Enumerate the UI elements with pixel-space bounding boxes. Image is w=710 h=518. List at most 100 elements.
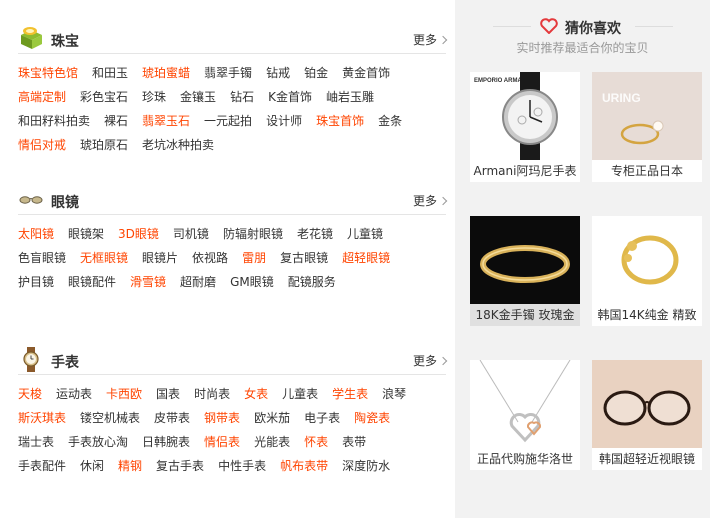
category-link[interactable]: 一元起拍 [204,114,252,128]
category-link[interactable]: 金镶玉 [180,90,216,104]
watch-icon [23,347,39,372]
category-link[interactable]: 精钢 [118,459,142,473]
category-link[interactable]: 手表放心淘 [68,435,128,449]
category-link[interactable]: 钻戒 [266,66,290,80]
more-link[interactable]: 更多 [412,31,448,48]
category-link[interactable]: 金条 [378,114,402,128]
category-link[interactable]: 黄金首饰 [342,66,390,80]
recommend-panel: 猜你喜欢 实时推荐最适合你的宝贝 EMPORIO ARMANI Armani阿玛… [455,0,710,518]
category-link[interactable]: 情侣表 [204,435,240,449]
product-card[interactable]: 韩国超轻近视眼镜 [592,360,702,470]
category-link[interactable]: 天梭 [18,387,42,401]
more-link[interactable]: 更多 [413,352,448,369]
category-link[interactable]: 司机镜 [173,227,209,241]
product-caption: 正品代购施华洛世 [470,448,580,470]
tag-row: 珠宝特色馆 和田玉 琥珀蜜蜡 翡翠手镯 钻戒 铂金 黄金首饰 [18,61,446,85]
product-card[interactable]: 18K金手镯 玫瑰金 [470,216,580,326]
category-link[interactable]: 裸石 [104,114,128,128]
divider [635,26,673,27]
category-link[interactable]: 瑞士表 [18,435,54,449]
tag-row: 斯沃琪表 镂空机械表 皮带表 钢带表 欧米茄 电子表 陶瓷表 [18,406,446,430]
category-link[interactable]: 学生表 [332,387,368,401]
category-link[interactable]: 翡翠玉石 [142,114,190,128]
product-card[interactable]: 韩国14K纯金 精致 [592,216,702,326]
chevron-right-icon [438,196,448,206]
category-link[interactable]: 眼镜片 [142,251,178,265]
category-link[interactable]: 太阳镜 [18,227,54,241]
category-link[interactable]: 女表 [244,387,268,401]
category-link[interactable]: 钢带表 [204,411,240,425]
product-image-watch: EMPORIO ARMANI [470,72,580,160]
category-link[interactable]: 和田玉 [92,66,128,80]
category-link[interactable]: 手表配件 [18,459,66,473]
category-link[interactable]: 琥珀原石 [80,138,128,152]
more-label: 更多 [412,194,437,208]
product-caption: Armani阿玛尼手表 [470,160,580,182]
category-link[interactable]: 卡西欧 [106,387,142,401]
category-link[interactable]: 皮带表 [154,411,190,425]
category-link[interactable]: 琥珀蜜蜡 [142,66,190,80]
heart-icon [540,18,558,34]
category-link[interactable]: 高端定制 [18,90,66,104]
category-link[interactable]: 表带 [342,435,366,449]
category-link[interactable]: 超轻眼镜 [342,251,390,265]
category-link[interactable]: 陶瓷表 [354,411,390,425]
product-caption: 韩国超轻近视眼镜 [592,448,702,470]
tag-row: 情侣对戒 琥珀原石 老坑冰种拍卖 [18,133,446,157]
category-link[interactable]: 设计师 [266,114,302,128]
more-label: 更多 [412,33,437,47]
category-link[interactable]: 配镜服务 [288,275,336,289]
more-link[interactable]: 更多 [412,192,448,209]
category-link[interactable]: 儿童镜 [347,227,383,241]
category-link[interactable]: 复古眼镜 [280,251,328,265]
category-link[interactable]: 深度防水 [342,459,390,473]
category-link[interactable]: 色盲眼镜 [18,251,66,265]
category-link[interactable]: 复古手表 [156,459,204,473]
category-link[interactable]: 依视路 [192,251,228,265]
category-link[interactable]: 3D眼镜 [118,227,159,241]
category-link[interactable]: 老花镜 [297,227,333,241]
category-link[interactable]: 欧米茄 [254,411,290,425]
category-link[interactable]: 眼镜架 [68,227,104,241]
product-card[interactable]: URING 专柜正品日本 [592,72,702,182]
product-card[interactable]: EMPORIO ARMANI Armani阿玛尼手表 [470,72,580,182]
category-link[interactable]: 铂金 [304,66,328,80]
product-card[interactable]: 正品代购施华洛世 [470,360,580,470]
category-link[interactable]: 运动表 [56,387,92,401]
category-link[interactable]: 彩色宝石 [80,90,128,104]
category-link[interactable]: 休闲 [80,459,104,473]
category-link[interactable]: 护目镜 [18,275,54,289]
category-link[interactable]: 怀表 [304,435,328,449]
category-link[interactable]: 电子表 [304,411,340,425]
category-link[interactable]: 儿童表 [282,387,318,401]
category-link[interactable]: 超耐磨 [180,275,216,289]
category-link[interactable]: 钻石 [230,90,254,104]
category-link[interactable]: 镂空机械表 [80,411,140,425]
category-link[interactable]: 岫岩玉雕 [326,90,374,104]
category-link[interactable]: 帆布表带 [280,459,328,473]
tag-row: 护目镜 眼镜配件 滑雪镜 超耐磨 GM眼镜 配镜服务 [18,270,446,294]
category-link[interactable]: 浪琴 [382,387,406,401]
category-link[interactable]: 老坑冰种拍卖 [142,138,214,152]
category-link[interactable]: GM眼镜 [230,275,274,289]
category-link[interactable]: 珍珠 [142,90,166,104]
category-link[interactable]: 眼镜配件 [68,275,116,289]
category-link[interactable]: 防辐射眼镜 [223,227,283,241]
category-link[interactable]: 珠宝首饰 [316,114,364,128]
svg-text:EMPORIO ARMANI: EMPORIO ARMANI [474,78,528,84]
category-link[interactable]: 时尚表 [194,387,230,401]
category-link[interactable]: 雷朋 [242,251,266,265]
tag-row: 天梭 运动表 卡西欧 国表 时尚表 女表 儿童表 学生表 浪琴 [18,382,446,406]
category-link[interactable]: 无框眼镜 [80,251,128,265]
category-link[interactable]: 翡翠手镯 [204,66,252,80]
category-link[interactable]: 中性手表 [218,459,266,473]
category-link[interactable]: 光能表 [254,435,290,449]
category-link[interactable]: 珠宝特色馆 [18,66,78,80]
category-link[interactable]: 国表 [156,387,180,401]
category-link[interactable]: K金首饰 [268,90,312,104]
category-link[interactable]: 日韩腕表 [142,435,190,449]
category-link[interactable]: 滑雪镜 [130,275,166,289]
category-link[interactable]: 情侣对戒 [18,138,66,152]
category-link[interactable]: 斯沃琪表 [18,411,66,425]
category-link[interactable]: 和田籽料拍卖 [18,114,90,128]
